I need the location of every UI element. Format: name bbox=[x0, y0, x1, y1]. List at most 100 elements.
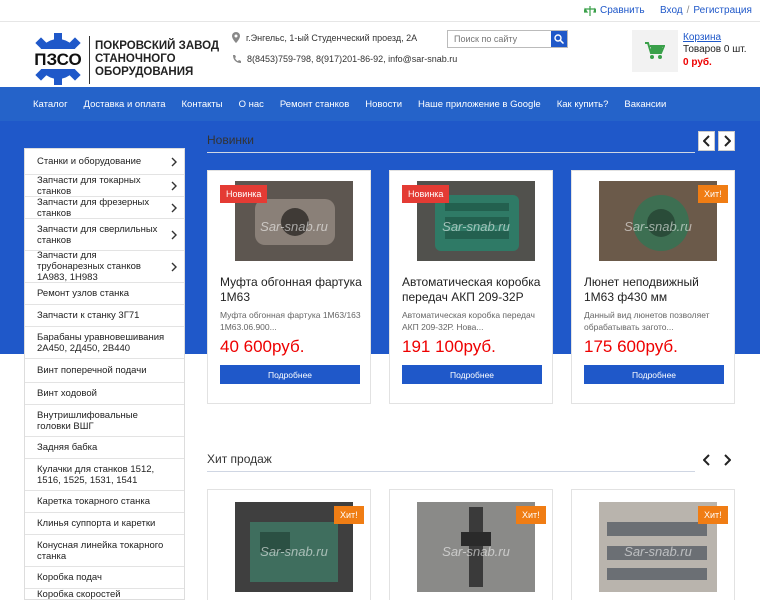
search-input[interactable] bbox=[448, 31, 551, 47]
sidebar-item[interactable]: Барабаны уравновешивания 2А450, 2Д450, 2… bbox=[25, 327, 184, 359]
chevron-right-icon bbox=[171, 262, 177, 271]
logo-divider bbox=[89, 36, 90, 84]
nav-contacts[interactable]: Контакты bbox=[182, 99, 223, 110]
section-divider bbox=[207, 152, 695, 153]
sidebar-item-label: Кулачки для станков 1512, 1516, 1525, 15… bbox=[37, 463, 155, 486]
search-button[interactable] bbox=[551, 31, 567, 47]
sidebar-item[interactable]: Винт ходовой bbox=[25, 383, 184, 405]
new-prev-button[interactable] bbox=[698, 131, 715, 151]
chevron-left-icon bbox=[702, 454, 710, 466]
sidebar-item[interactable]: Запчасти для сверлильных станков bbox=[25, 219, 184, 251]
sidebar-item[interactable]: Коробка скоростей (шпиндельная bbox=[25, 589, 184, 600]
sidebar-item[interactable]: Станки и оборудование bbox=[25, 149, 184, 175]
sidebar-item-label: Запчасти для сверлильных станков bbox=[37, 223, 158, 246]
nav-vacancies[interactable]: Вакансии bbox=[624, 99, 666, 110]
search-icon bbox=[554, 34, 564, 44]
sidebar-item[interactable]: Клинья суппорта и каретки bbox=[25, 513, 184, 535]
sidebar-item[interactable]: Кулачки для станков 1512, 1516, 1525, 15… bbox=[25, 459, 184, 491]
watermark-text: Sar-snab.ru bbox=[260, 544, 328, 559]
details-button[interactable]: Подробнее bbox=[220, 365, 360, 384]
sidebar-item-label: Клинья суппорта и каретки bbox=[37, 518, 156, 529]
sidebar-item[interactable]: Ремонт узлов станка bbox=[25, 283, 184, 305]
cart-count: Товаров 0 шт. bbox=[683, 44, 747, 55]
sidebar-item-label: Станки и оборудование bbox=[37, 156, 142, 167]
sidebar-item[interactable]: Запчасти для фрезерных станков bbox=[25, 197, 184, 219]
gear-logo-icon: ПЗСО bbox=[28, 33, 88, 85]
auth-links: Вход / Регистрация bbox=[660, 5, 752, 16]
sidebar-item[interactable]: Запчасти к станку 3Г71 bbox=[25, 305, 184, 327]
new-next-button[interactable] bbox=[718, 131, 735, 151]
product-description: Муфта обгонная фартука 1М63/163 1М63.06.… bbox=[220, 310, 361, 332]
nav-catalog[interactable]: Каталог bbox=[33, 99, 68, 110]
catalog-sidebar: Станки и оборудование Запчасти для токар… bbox=[24, 148, 185, 600]
shopping-cart-icon bbox=[645, 42, 665, 59]
product-card[interactable]: Sar-snab.ru Хит! bbox=[207, 489, 371, 600]
sidebar-item[interactable]: Запчасти для токарных станков bbox=[25, 175, 184, 197]
compare-label: Сравнить bbox=[600, 5, 645, 16]
product-card[interactable]: Sar-snab.ru Хит! bbox=[389, 489, 553, 600]
hit-next-button[interactable] bbox=[718, 450, 735, 470]
sidebar-item-label: Барабаны уравновешивания 2А450, 2Д450, 2… bbox=[37, 331, 165, 354]
product-card[interactable]: Sar-snab.ru Хит! bbox=[571, 489, 735, 600]
sidebar-item[interactable]: Винт поперечной подачи bbox=[25, 359, 184, 383]
hit-section-title: Хит продаж bbox=[207, 452, 272, 466]
sidebar-item-label: Конусная линейка токарного станка bbox=[37, 539, 164, 562]
contacts-text: 8(8453)759-798, 8(917)201-86-92, info@sa… bbox=[247, 54, 458, 64]
hit-prev-button[interactable] bbox=[698, 450, 715, 470]
location-pin-icon bbox=[232, 32, 240, 43]
sidebar-item-label: Коробка скоростей (шпиндельная bbox=[37, 589, 121, 600]
new-badge: Новинка bbox=[220, 185, 268, 203]
logo-mark-text: ПЗСО bbox=[34, 50, 82, 69]
product-card[interactable]: Sar-snab.ru Новинка Муфта обгонная фарту… bbox=[207, 170, 371, 404]
product-price: 40 600руб. bbox=[220, 337, 305, 356]
nav-delivery[interactable]: Доставка и оплата bbox=[84, 99, 166, 110]
product-name[interactable]: Люнет неподвижный 1М63 ф430 мм bbox=[584, 275, 729, 305]
login-link[interactable]: Вход bbox=[660, 5, 683, 16]
sidebar-item[interactable]: Запчасти для трубонарезных станков 1А983… bbox=[25, 250, 184, 283]
auth-separator: / bbox=[686, 5, 690, 16]
sidebar-item-label: Винт поперечной подачи bbox=[37, 365, 147, 376]
hit-badge: Хит! bbox=[698, 506, 728, 524]
chevron-right-icon bbox=[723, 135, 731, 147]
cart-button[interactable] bbox=[632, 30, 678, 72]
details-button[interactable]: Подробнее bbox=[584, 365, 724, 384]
new-section-title: Новинки bbox=[207, 133, 254, 147]
chevron-left-icon bbox=[702, 135, 710, 147]
sidebar-item[interactable]: Задняя бабка bbox=[25, 437, 184, 459]
company-logo[interactable]: ПЗСО bbox=[28, 33, 88, 85]
compare-link[interactable]: Сравнить bbox=[584, 5, 645, 16]
scales-icon bbox=[584, 5, 596, 16]
chevron-right-icon bbox=[171, 157, 177, 166]
sidebar-item[interactable]: Конусная линейка токарного станка bbox=[25, 535, 184, 567]
register-link[interactable]: Регистрация bbox=[693, 5, 751, 16]
sidebar-item-label: Коробка подач bbox=[37, 572, 102, 583]
sidebar-item[interactable]: Внутришлифовальные головки ВШГ bbox=[25, 405, 184, 437]
address-text: г.Энгельс, 1-ый Студенческий проезд, 2А bbox=[246, 32, 418, 43]
nav-app[interactable]: Наше приложение в Google bbox=[418, 99, 541, 110]
sidebar-item-label: Задняя бабка bbox=[37, 442, 98, 453]
product-description: Данный вид люнетов позволяет обрабатыват… bbox=[584, 310, 710, 332]
main-nav: Каталог Доставка и оплата Контакты О нас… bbox=[0, 87, 760, 121]
chevron-right-icon bbox=[171, 181, 177, 190]
nav-about[interactable]: О нас bbox=[239, 99, 264, 110]
watermark-text: Sar-snab.ru bbox=[624, 219, 692, 234]
sidebar-item[interactable]: Каретка токарного станка bbox=[25, 491, 184, 513]
product-name[interactable]: Муфта обгонная фартука 1М63 bbox=[220, 275, 365, 305]
details-button[interactable]: Подробнее bbox=[402, 365, 542, 384]
nav-how-to-buy[interactable]: Как купить? bbox=[557, 99, 609, 110]
nav-news[interactable]: Новости bbox=[365, 99, 402, 110]
hit-badge: Хит! bbox=[334, 506, 364, 524]
sidebar-item-label: Ремонт узлов станка bbox=[37, 288, 130, 299]
sidebar-item-label: Запчасти для фрезерных станков bbox=[37, 196, 150, 219]
nav-repair[interactable]: Ремонт станков bbox=[280, 99, 349, 110]
product-card[interactable]: Sar-snab.ru Хит! Люнет неподвижный 1М63 … bbox=[571, 170, 735, 404]
sidebar-item-label: Запчасти для токарных станков bbox=[37, 174, 141, 197]
product-name[interactable]: Автоматическая коробка передач АКП 209-3… bbox=[402, 275, 547, 305]
product-card[interactable]: Sar-snab.ru Новинка Автоматическая короб… bbox=[389, 170, 553, 404]
chevron-right-icon bbox=[171, 230, 177, 239]
hit-badge: Хит! bbox=[698, 185, 728, 203]
cart-title[interactable]: Корзина bbox=[683, 32, 721, 43]
new-badge: Новинка bbox=[402, 185, 450, 203]
sidebar-item[interactable]: Коробка подач bbox=[25, 567, 184, 589]
watermark-text: Sar-snab.ru bbox=[442, 219, 510, 234]
